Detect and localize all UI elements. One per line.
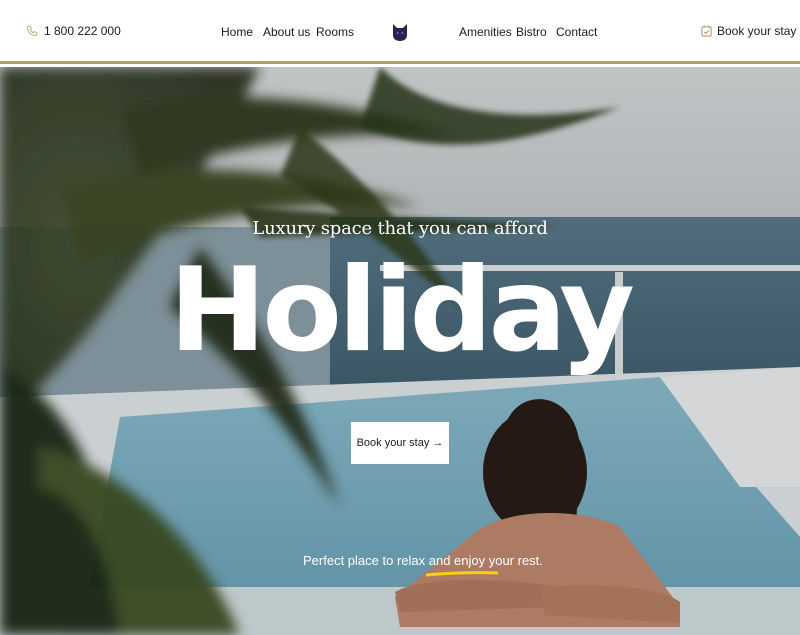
nav-contact[interactable]: Contact <box>556 25 597 39</box>
site-header: 1 800 222 000 Home About us Rooms Amenit… <box>0 0 800 64</box>
nav-bistro[interactable]: Bistro <box>516 25 547 39</box>
phone-icon <box>27 26 37 36</box>
nav-about-us[interactable]: About us <box>263 25 310 39</box>
hero-tagline: Luxury space that you can afford <box>252 218 548 239</box>
hero-subline: Perfect place to relax and enjoy your re… <box>303 553 543 568</box>
nav-home[interactable]: Home <box>221 25 253 39</box>
nav-amenities[interactable]: Amenities <box>459 25 512 39</box>
hero-book-button[interactable]: Book your stay → <box>351 422 449 464</box>
nav-rooms[interactable]: Rooms <box>316 25 354 39</box>
book-your-stay-label: Book your stay <box>717 24 797 38</box>
phone-link[interactable]: 1 800 222 000 <box>26 24 121 38</box>
hero-headline: Holiday <box>169 243 635 378</box>
phone-number: 1 800 222 000 <box>44 24 121 38</box>
cat-logo-icon[interactable] <box>392 22 408 42</box>
book-your-stay-link[interactable]: Book your stay <box>701 24 796 38</box>
hero-section: Luxury space that you can afford Holiday… <box>0 67 800 635</box>
highlight-underline <box>426 571 498 577</box>
calendar-check-icon <box>701 25 712 37</box>
